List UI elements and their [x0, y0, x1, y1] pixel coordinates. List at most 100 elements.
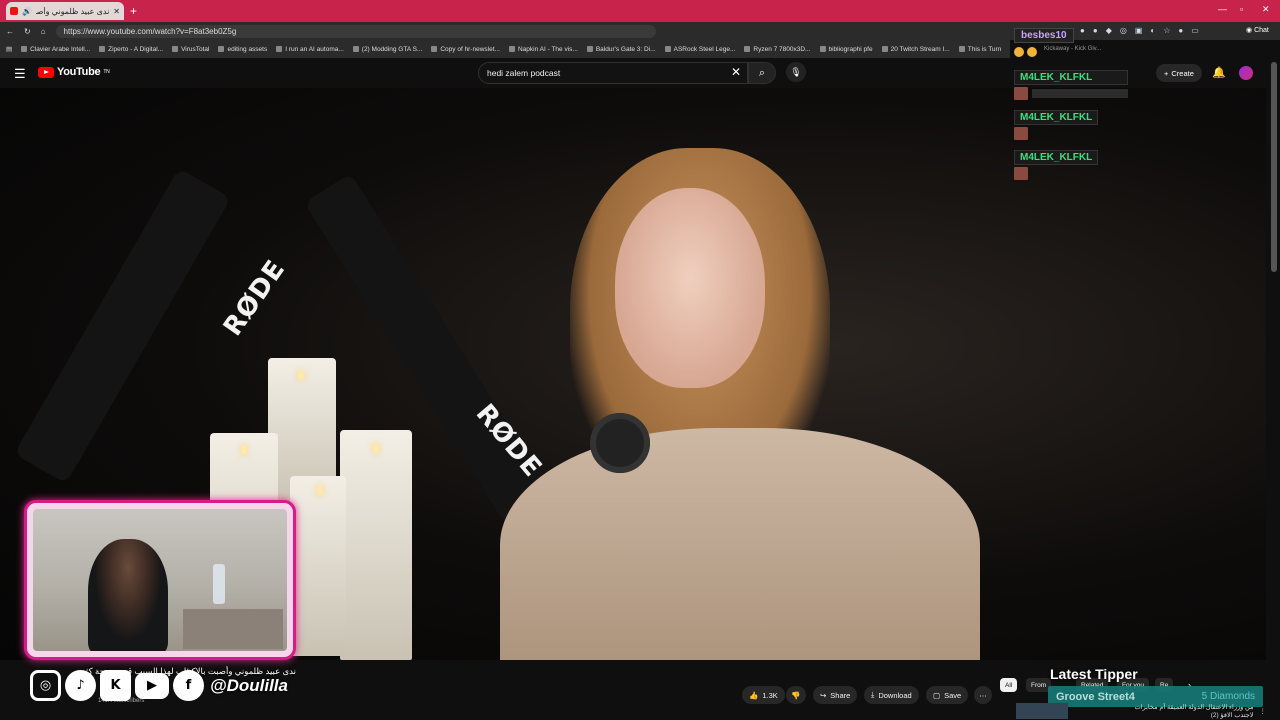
chat-message: M4LEK_KLFKL	[1014, 70, 1128, 100]
extension-icon[interactable]: ◎	[1120, 26, 1127, 35]
chat-icon: ◉	[1246, 27, 1253, 34]
candle-flame	[317, 485, 323, 495]
clear-search-icon[interactable]: ✕	[731, 65, 741, 79]
maximize-icon[interactable]: ▫	[1240, 4, 1243, 14]
save-icon: ▢	[933, 690, 941, 700]
youtube-favicon-icon	[10, 7, 18, 15]
chat-message-body	[1014, 127, 1098, 140]
like-button[interactable]: 👍 1.3K	[742, 686, 785, 704]
home-icon[interactable]: ⌂	[41, 27, 46, 36]
hamburger-menu-icon[interactable]: ☰	[14, 66, 26, 82]
related-more-icon[interactable]: ⋮	[1260, 707, 1267, 715]
bookmark-item[interactable]: Baldur's Gate 3: Di...	[586, 46, 656, 53]
chat-emote-icon	[1014, 167, 1028, 180]
extension-toolbar: ● ● ◆ ◎ ▣ ◐ ☆ ● ▭	[1080, 26, 1199, 35]
related-video-item[interactable]: من وزراء الاعتقال الدولة العميقة أم مخاب…	[1016, 702, 1266, 720]
minimize-icon[interactable]: —	[1218, 4, 1227, 14]
extension-icon[interactable]: ▣	[1135, 26, 1143, 35]
download-icon: ⤓	[871, 690, 875, 699]
bookmark-item[interactable]: bibliographi pfe	[819, 46, 873, 53]
latest-tipper-title: Latest Tipper	[1050, 666, 1138, 682]
chat-message-text	[1032, 89, 1128, 98]
candle-flame	[373, 443, 379, 453]
browser-tab[interactable]: 🔊 ندى عبيد ظلموني وأصبت بالا ✕	[6, 2, 124, 20]
download-button[interactable]: ⤓ Download	[864, 686, 919, 704]
bookmark-item[interactable]: VirusTotal	[172, 46, 209, 53]
thumbs-down-icon: 👎	[791, 690, 801, 700]
emote-icon	[1014, 47, 1024, 57]
download-label: Download	[878, 690, 912, 700]
streamer	[88, 539, 168, 651]
bookmark-item[interactable]: ASRock Steel Lege...	[664, 46, 735, 53]
page-scrollbar[interactable]	[1271, 62, 1277, 272]
mic-boom-arm	[14, 168, 231, 484]
youtube-logo[interactable]: YouTube TN	[38, 66, 110, 78]
share-icon: ↪	[820, 690, 827, 700]
bookmark-item[interactable]: Ziperto - A Digital...	[99, 46, 163, 53]
extension-icon[interactable]: ◐	[1150, 26, 1155, 35]
emote-icon	[1027, 47, 1037, 57]
chat-emotes	[1014, 47, 1037, 57]
bookmark-item[interactable]: Clavier Arabe Intell...	[21, 46, 90, 53]
search-input[interactable]: hedi zalem podcast	[478, 62, 748, 84]
save-button[interactable]: ▢ Save	[926, 686, 969, 704]
account-avatar[interactable]	[1239, 66, 1253, 80]
streamer-webcam-frame	[24, 500, 296, 660]
share-label: Share	[830, 690, 851, 700]
social-handle: @Doulilla	[210, 675, 288, 695]
more-actions-button[interactable]: ⋯	[974, 686, 992, 704]
bookmarks-bar: ▤ Clavier Arabe Intell... Ziperto - A Di…	[0, 40, 1010, 58]
related-video-thumbnail	[1016, 703, 1068, 719]
streamer-webcam	[33, 509, 287, 651]
youtube-wordmark: YouTube	[57, 66, 101, 78]
bookmark-item[interactable]: This is Turn	[958, 46, 1001, 53]
search-button[interactable]: ⌕	[748, 62, 776, 84]
bookmark-item[interactable]: Napkin AI - The vis...	[508, 46, 578, 53]
bookmarks-menu-icon[interactable]: ▤	[6, 45, 12, 53]
chat-message-body	[1014, 87, 1128, 100]
bookmark-item[interactable]: editing assets	[218, 46, 267, 53]
bookmark-item[interactable]: (2) Modding GTA S...	[352, 46, 422, 53]
bookmark-item[interactable]: Copy of hr-newslet...	[431, 46, 500, 53]
extension-icon[interactable]: ●	[1080, 26, 1085, 35]
chat-message: M4LEK_KLFKL	[1014, 110, 1099, 140]
browser-tab-bar	[0, 0, 1280, 22]
candle	[340, 430, 412, 660]
speaker-icon: 🔊	[22, 6, 32, 16]
like-count: 1.3K	[762, 690, 778, 700]
extension-icon[interactable]: ◆	[1106, 26, 1112, 35]
share-button[interactable]: ↪ Share	[813, 686, 858, 704]
youtube-icon: ▶	[135, 672, 169, 699]
chip-all[interactable]: All	[1000, 678, 1018, 692]
plus-icon: +	[1164, 68, 1169, 78]
url-input[interactable]: https://www.youtube.com/watch?v=F8at3eb0…	[55, 24, 656, 38]
back-icon[interactable]: ←	[6, 27, 14, 36]
guest-face	[615, 188, 765, 388]
close-window-icon[interactable]: ✕	[1262, 4, 1270, 15]
more-icon: ⋯	[979, 690, 987, 700]
bookmark-item[interactable]: 20 Twitch Stream I...	[881, 46, 950, 53]
voice-search-mic-icon[interactable]: 🎙	[786, 62, 806, 82]
notifications-bell-icon[interactable]: 🔔	[1212, 66, 1226, 79]
social-links: ◎ ♪ K ▶ f @Doulilla	[30, 670, 288, 701]
extension-icon[interactable]: ☆	[1163, 26, 1170, 35]
bookmark-item[interactable]: Ryzen 7 7800x3D...	[744, 46, 811, 53]
thumbs-up-icon: 👍	[749, 690, 759, 700]
extension-icon[interactable]: ●	[1093, 26, 1098, 35]
dislike-button[interactable]: 👎	[786, 686, 806, 704]
tab-close-icon[interactable]: ✕	[113, 7, 120, 16]
chat-emote-icon	[1014, 127, 1028, 140]
new-tab-button[interactable]: +	[130, 4, 137, 18]
create-button[interactable]: + Create	[1156, 64, 1202, 82]
extension-icon[interactable]: ●	[1178, 26, 1183, 35]
reload-icon[interactable]: ↻	[24, 27, 31, 36]
extension-note: Kickaway - Kick Giv...	[1044, 46, 1102, 52]
browser-chat-button[interactable]: ◉ Chat	[1246, 26, 1269, 34]
youtube-play-icon	[38, 66, 54, 78]
candle	[290, 476, 346, 656]
search-icon: ⌕	[758, 66, 766, 79]
candle-flame	[241, 445, 247, 455]
chat-message-author: M4LEK_KLFKL	[1014, 150, 1099, 165]
bookmark-item[interactable]: I run an AI automa...	[276, 46, 344, 53]
extension-icon[interactable]: ▭	[1191, 26, 1199, 35]
